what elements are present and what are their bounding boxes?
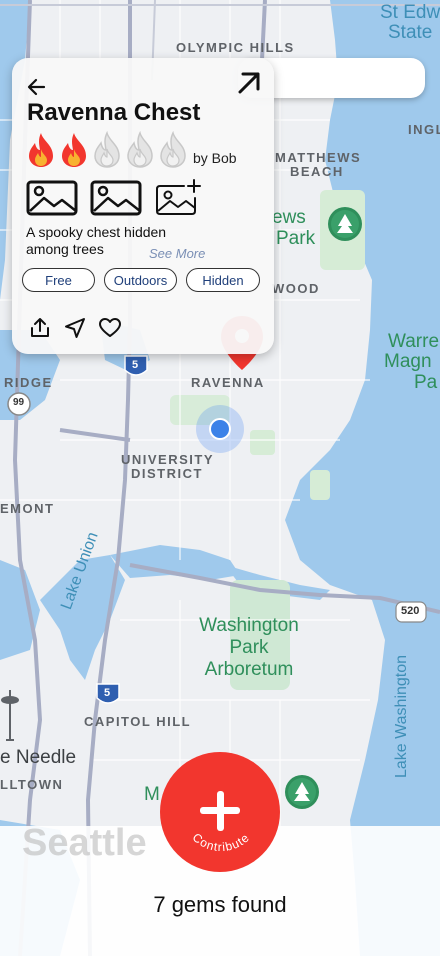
navigate-icon[interactable] [63, 316, 87, 340]
author-byline: by Bob [193, 150, 237, 166]
expand-arrow-icon[interactable] [234, 68, 264, 98]
image-icon[interactable] [90, 178, 142, 218]
map-label-washington-park: Washington [199, 615, 299, 636]
tag-outdoors[interactable]: Outdoors [104, 268, 177, 292]
tag-hidden[interactable]: Hidden [186, 268, 260, 292]
map-label-matthews-beach-2: BEACH [290, 164, 344, 179]
flame-empty-icon [160, 131, 186, 168]
map-label-olympic-hills: OLYMPIC HILLS [176, 40, 295, 55]
map-label-space-needle: e Needle [0, 747, 77, 768]
highway-5-label-2: 5 [104, 687, 111, 699]
map-label-university-district-2: DISTRICT [131, 466, 203, 481]
map-label-washington-park-2: Park [229, 637, 269, 658]
see-more-link[interactable]: See More [149, 246, 205, 261]
flame-empty-icon [94, 131, 120, 168]
tag-list: Free Outdoors Hidden [22, 268, 260, 292]
flame-empty-icon [127, 131, 153, 168]
contribute-label: Contribute [190, 830, 253, 854]
highway-5-label: 5 [132, 359, 139, 371]
map-label-warren-3: Pa [414, 372, 438, 393]
map-label-lake-washington: Lake Washington [393, 654, 410, 778]
card-actions [28, 316, 122, 340]
map-label-ravenna: RAVENNA [191, 375, 265, 390]
map-label-warren-2: Magn [384, 351, 432, 372]
map-label-seattle: Seattle [22, 822, 147, 864]
map-label-news-park-2: Park [276, 228, 316, 249]
map-label-capitol-hill: CAPITOL HILL [84, 714, 192, 729]
highway-520-label: 520 [401, 605, 420, 617]
contribute-button[interactable]: Contribute [160, 752, 280, 872]
map-label-wood: WOOD [272, 281, 320, 296]
share-icon[interactable] [28, 316, 52, 340]
map-label-ridge: RIDGE [4, 375, 53, 390]
map-label-inglewood: INGL [408, 122, 440, 137]
map-label-m: M [144, 784, 160, 805]
gem-title: Ravenna Chest [27, 99, 201, 126]
gems-found-count: 7 gems found [153, 892, 287, 917]
difficulty-rating [25, 131, 190, 169]
map-label-fremont: EMONT [0, 501, 55, 516]
add-image-icon[interactable] [154, 178, 206, 218]
map-label-warren-1: Warre [388, 331, 440, 352]
map-label-state: State [388, 22, 433, 43]
map-label-belltown: LLTOWN [0, 777, 64, 792]
map-label-matthews-beach: MATTHEWS [275, 150, 362, 165]
map-label-news-park: ews [272, 207, 306, 228]
highway-99-label: 99 [13, 397, 25, 408]
flame-filled-icon [29, 133, 53, 167]
map-label-st-edward: St Edw [380, 2, 440, 23]
tag-free[interactable]: Free [22, 268, 95, 292]
heart-icon[interactable] [98, 316, 122, 340]
image-icon[interactable] [26, 178, 78, 218]
back-arrow-icon[interactable] [26, 76, 48, 98]
map-label-washington-park-3: Arboretum [204, 659, 294, 680]
gem-detail-card: Ravenna Chest by Bob A spooky chest hidd… [12, 58, 274, 354]
flame-filled-icon [62, 133, 86, 167]
gem-images [26, 178, 206, 218]
map-label-university-district: UNIVERSITY [121, 452, 215, 467]
current-location-marker [196, 405, 244, 453]
